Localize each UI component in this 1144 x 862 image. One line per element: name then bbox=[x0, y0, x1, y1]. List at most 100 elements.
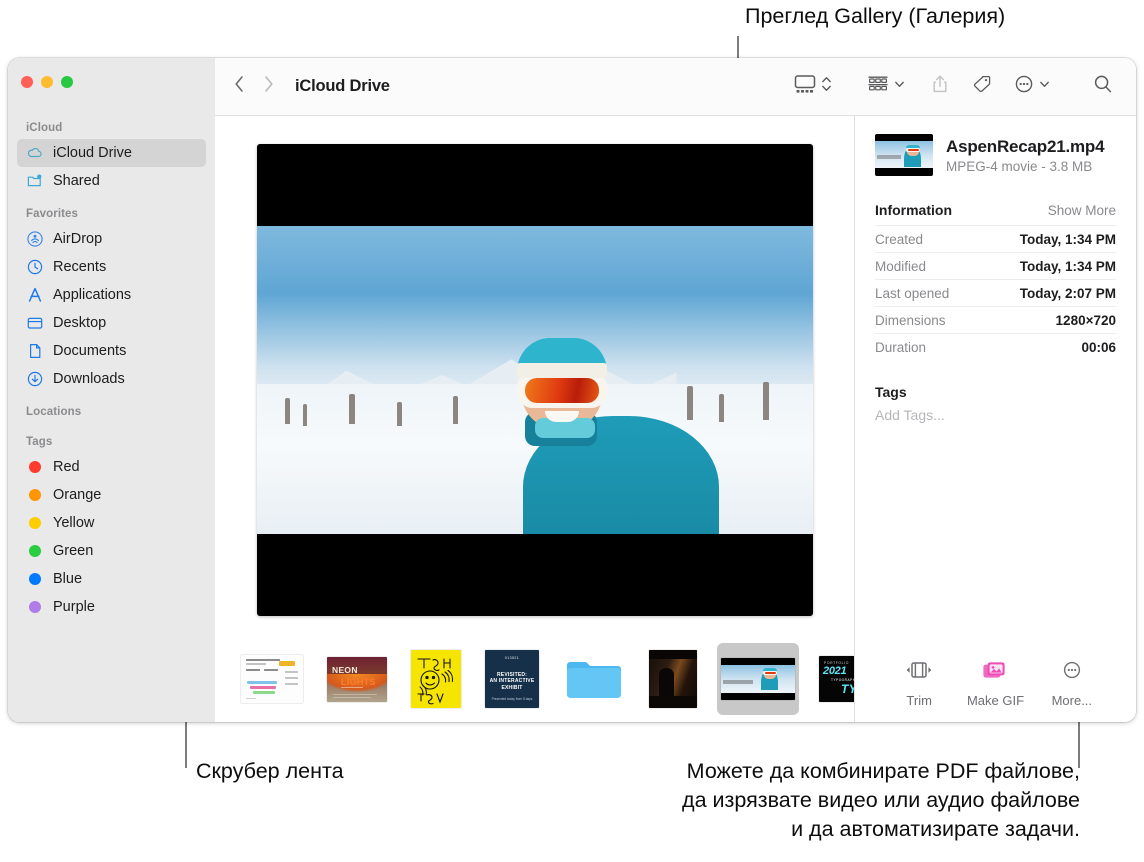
info-row-created: Created Today, 1:34 PM bbox=[875, 225, 1116, 252]
file-kind-and-size: MPEG-4 movie - 3.8 MB bbox=[946, 158, 1093, 174]
thank-you-poster-thumbnail bbox=[411, 650, 461, 708]
sidebar-group-title-favorites: Favorites bbox=[26, 208, 79, 220]
scrubber-item[interactable] bbox=[559, 643, 629, 715]
navigation-buttons bbox=[233, 74, 275, 99]
applications-icon bbox=[26, 286, 44, 304]
tree bbox=[284, 398, 290, 424]
video-preview[interactable] bbox=[256, 144, 813, 616]
search-button[interactable] bbox=[1092, 73, 1114, 100]
sidebar-item-shared[interactable]: Shared bbox=[17, 167, 206, 195]
dark-photo-thumbnail bbox=[649, 650, 697, 708]
cloud-icon bbox=[26, 144, 44, 162]
tag-dot-icon bbox=[26, 458, 44, 476]
sidebar-item-label: Blue bbox=[53, 571, 83, 587]
scrubber-item[interactable]: NEON LIGHTS bbox=[323, 643, 391, 715]
info-value: Today, 1:34 PM bbox=[1019, 258, 1116, 274]
sidebar-item-label: Purple bbox=[53, 599, 95, 615]
tree bbox=[302, 404, 307, 426]
scrubber-item[interactable] bbox=[407, 643, 465, 715]
sidebar-item-label: Downloads bbox=[53, 371, 125, 387]
sidebar-item-label: Documents bbox=[53, 343, 127, 359]
close-button[interactable] bbox=[21, 76, 33, 88]
scrubber-item[interactable] bbox=[237, 643, 307, 715]
sidebar-item-tag-yellow[interactable]: Yellow bbox=[17, 509, 206, 537]
callout-scrubber: Скрубер лента bbox=[196, 759, 344, 783]
trim-button[interactable]: Trim bbox=[881, 659, 957, 708]
airdrop-icon bbox=[26, 230, 44, 248]
more-label: More... bbox=[1051, 693, 1093, 708]
info-key: Dimensions bbox=[875, 312, 946, 328]
tree bbox=[762, 382, 769, 420]
sidebar-item-icloud-drive[interactable]: iCloud Drive bbox=[17, 139, 206, 167]
chart-document-thumbnail bbox=[241, 655, 303, 703]
add-tags-input[interactable]: Add Tags... bbox=[875, 407, 1116, 423]
sidebar-group-title-locations: Locations bbox=[26, 406, 82, 418]
desktop-icon bbox=[26, 314, 44, 332]
sidebar-item-tag-green[interactable]: Green bbox=[17, 537, 206, 565]
zoom-button[interactable] bbox=[61, 76, 73, 88]
tree bbox=[718, 394, 724, 422]
tree bbox=[686, 386, 693, 420]
downloads-icon bbox=[26, 370, 44, 388]
tree bbox=[396, 402, 402, 426]
back-icon[interactable] bbox=[233, 74, 246, 99]
scrubber-item[interactable]: 013521 REVISITED: AN INTERACTIVE EXHIBIT P… bbox=[481, 643, 543, 715]
sidebar-item-tag-red[interactable]: Red bbox=[17, 453, 206, 481]
sidebar-item-documents[interactable]: Documents bbox=[17, 337, 206, 365]
sidebar-item-tag-blue[interactable]: Blue bbox=[17, 565, 206, 593]
sidebar-item-label: iCloud Drive bbox=[53, 145, 132, 161]
window-controls bbox=[8, 76, 215, 122]
info-key: Modified bbox=[875, 258, 927, 274]
make-gif-button[interactable]: Make GIF bbox=[957, 659, 1033, 708]
minimize-button[interactable] bbox=[41, 76, 53, 88]
page-title: iCloud Drive bbox=[295, 77, 390, 95]
more-actions-button[interactable] bbox=[1013, 73, 1050, 100]
scrubber-item-selected[interactable] bbox=[717, 643, 799, 715]
sidebar-item-tag-purple[interactable]: Purple bbox=[17, 593, 206, 621]
sidebar-item-downloads[interactable]: Downloads bbox=[17, 365, 206, 393]
content-area: iCloud Drive NEON LIGHTS 013521 REVISITE… bbox=[215, 58, 1136, 722]
info-row-dimensions: Dimensions 1280×720 bbox=[875, 306, 1116, 333]
neon-lights-poster-thumbnail: NEON LIGHTS bbox=[327, 656, 387, 702]
sidebar-group-title-icloud: iCloud bbox=[26, 122, 63, 134]
sidebar-item-label: Yellow bbox=[53, 515, 95, 531]
scrubber-strip[interactable]: NEON LIGHTS 013521 REVISITED: AN INTERAC… bbox=[215, 636, 854, 722]
sidebar-item-tag-orange[interactable]: Orange bbox=[17, 481, 206, 509]
sidebar-item-label: Red bbox=[53, 459, 80, 475]
info-key: Duration bbox=[875, 339, 927, 355]
group-by-icon bbox=[866, 73, 890, 100]
make-gif-label: Make GIF bbox=[966, 693, 1025, 708]
group-by-button[interactable] bbox=[866, 73, 905, 100]
sidebar-item-airdrop[interactable]: AirDrop bbox=[17, 225, 206, 253]
info-row-duration: Duration 00:06 bbox=[875, 333, 1116, 360]
tag-dot-icon bbox=[26, 598, 44, 616]
sidebar-item-label: Shared bbox=[53, 173, 100, 189]
sidebar-item-recents[interactable]: Recents bbox=[17, 253, 206, 281]
body-row: NEON LIGHTS 013521 REVISITED: AN INTERAC… bbox=[215, 116, 1136, 722]
preview-area bbox=[215, 116, 854, 636]
tag-button[interactable] bbox=[971, 73, 993, 100]
more-button[interactable]: More... bbox=[1034, 659, 1110, 708]
gallery-view-icon bbox=[793, 73, 817, 100]
sidebar: iCloud iCloud Drive Shared Favorites Air… bbox=[8, 58, 215, 722]
file-name: AspenRecap21.mp4 bbox=[946, 136, 1105, 156]
more-circle-icon bbox=[1055, 659, 1089, 686]
view-selector-button[interactable] bbox=[793, 73, 832, 100]
show-more-link[interactable]: Show More bbox=[1048, 203, 1116, 218]
info-value: 1280×720 bbox=[1055, 312, 1116, 328]
sidebar-item-desktop[interactable]: Desktop bbox=[17, 309, 206, 337]
scrubber-item[interactable] bbox=[645, 643, 701, 715]
scrubber-item[interactable]: PORTFOLIO 2021 TYPOGRAPHY TYPE 16 REM bbox=[815, 643, 854, 715]
tags-section: Tags Add Tags... bbox=[875, 384, 1116, 423]
share-button[interactable] bbox=[929, 73, 951, 100]
sidebar-item-applications[interactable]: Applications bbox=[17, 281, 206, 309]
tags-title: Tags bbox=[875, 384, 907, 400]
forward-icon[interactable] bbox=[262, 74, 275, 99]
skier-beanie-band bbox=[516, 363, 607, 378]
info-row-modified: Modified Today, 1:34 PM bbox=[875, 252, 1116, 279]
tag-dot-icon bbox=[26, 514, 44, 532]
file-header: AspenRecap21.mp4 MPEG-4 movie - 3.8 MB bbox=[875, 134, 1116, 176]
skier-goggles-lens bbox=[524, 378, 599, 403]
make-gif-icon bbox=[978, 659, 1012, 686]
aspen-recap-video-thumbnail bbox=[721, 658, 795, 700]
